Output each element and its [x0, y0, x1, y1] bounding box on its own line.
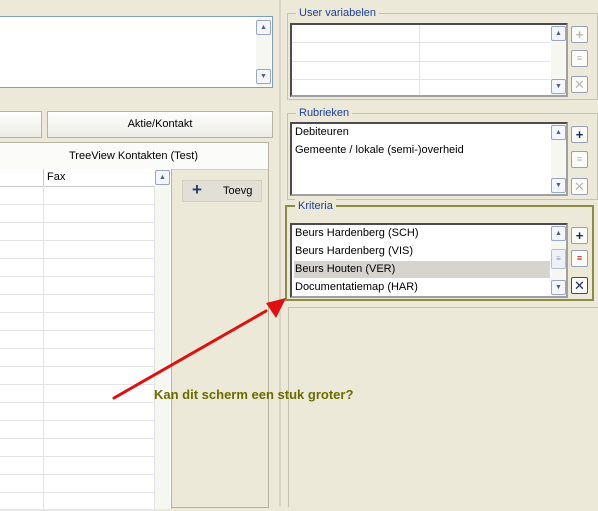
- annotation-arrow: [112, 298, 286, 400]
- annotation-text: Kan dit scherm een stuk groter?: [154, 387, 354, 402]
